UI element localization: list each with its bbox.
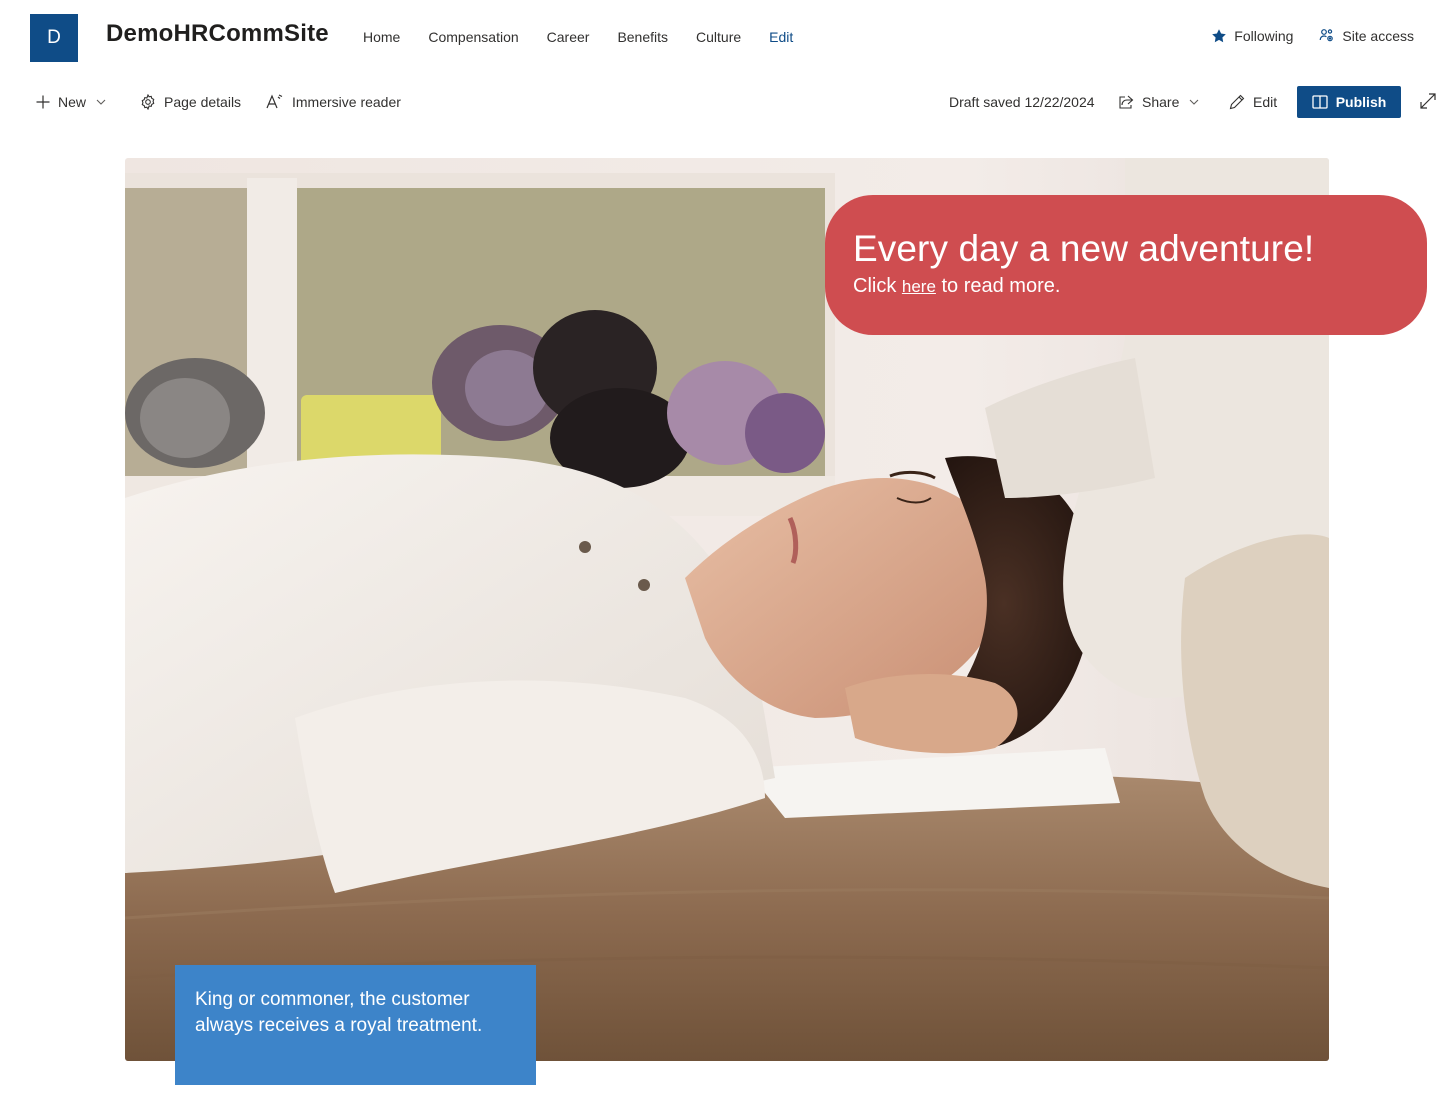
immersive-reader-button[interactable]: Immersive reader — [266, 84, 401, 120]
edit-button[interactable]: Edit — [1229, 84, 1277, 120]
nav-edit-link[interactable]: Edit — [755, 29, 807, 45]
chevron-down-icon — [1189, 99, 1199, 105]
nav-item-career[interactable]: Career — [533, 29, 604, 45]
site-logo[interactable]: D — [30, 14, 78, 62]
draft-status: Draft saved 12/22/2024 — [949, 94, 1095, 110]
publish-button[interactable]: Publish — [1297, 86, 1401, 118]
subline-suffix: to read more. — [935, 275, 1061, 297]
site-header: D DemoHRCommSite Home Compensation Caree… — [0, 0, 1446, 76]
command-bar: New Page details Immersive reader Draft … — [0, 84, 1446, 120]
immersive-reader-label: Immersive reader — [292, 94, 401, 110]
share-button[interactable]: Share — [1118, 84, 1199, 120]
nav-item-culture[interactable]: Culture — [682, 29, 755, 45]
pencil-icon — [1229, 94, 1245, 110]
expand-button[interactable] — [1419, 92, 1437, 113]
expand-icon — [1420, 93, 1436, 109]
page-details-label: Page details — [164, 94, 242, 110]
top-navigation: Home Compensation Career Benefits Cultur… — [349, 29, 807, 45]
following-button[interactable]: Following — [1211, 28, 1293, 44]
star-icon — [1212, 29, 1227, 43]
hero-headline: Every day a new adventure! — [853, 228, 1315, 269]
new-label: New — [58, 94, 87, 110]
book-icon — [1312, 95, 1328, 109]
site-access-label: Site access — [1342, 28, 1414, 44]
site-title[interactable]: DemoHRCommSite — [106, 20, 329, 48]
plus-icon — [36, 95, 50, 109]
immersive-reader-icon — [266, 94, 283, 109]
quote-box: King or commoner, the customer always re… — [175, 965, 536, 1085]
header-actions: Following Site access — [1185, 28, 1414, 44]
people-settings-icon — [1320, 29, 1334, 42]
nav-item-compensation[interactable]: Compensation — [414, 29, 532, 45]
quote-text: King or commoner, the customer always re… — [195, 989, 483, 1036]
share-label: Share — [1142, 94, 1180, 110]
hero-subline: Click here to read more. — [853, 275, 1399, 298]
hero-callout: Every day a new adventure! Click here to… — [825, 195, 1427, 335]
publish-label: Publish — [1335, 94, 1387, 110]
read-more-link[interactable]: here — [902, 277, 936, 296]
new-button[interactable]: New — [36, 84, 106, 120]
following-label: Following — [1234, 28, 1294, 44]
page-details-button[interactable]: Page details — [140, 84, 241, 120]
nav-item-home[interactable]: Home — [349, 29, 414, 45]
chevron-down-icon — [96, 99, 106, 105]
nav-item-benefits[interactable]: Benefits — [603, 29, 682, 45]
subline-prefix: Click — [853, 275, 902, 297]
share-icon — [1119, 95, 1134, 109]
edit-label: Edit — [1253, 94, 1278, 110]
gear-icon — [141, 94, 155, 110]
site-access-button[interactable]: Site access — [1319, 28, 1414, 44]
